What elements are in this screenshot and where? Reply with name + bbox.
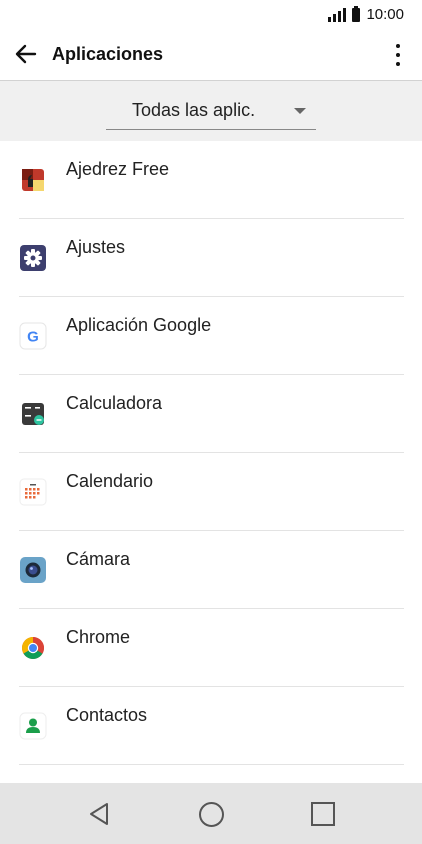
app-label: Chrome bbox=[66, 627, 131, 647]
camera-icon bbox=[19, 556, 47, 584]
list-item-ajedrez-free[interactable]: Ajedrez Free bbox=[0, 141, 422, 219]
filter-bar: Todas las aplic. bbox=[0, 81, 422, 141]
settings-gear-icon bbox=[19, 244, 47, 272]
signal-icon bbox=[328, 7, 347, 22]
list-item-contactos[interactable]: Contactos bbox=[0, 687, 422, 765]
chess-icon bbox=[19, 166, 47, 194]
app-label: Ajustes bbox=[66, 237, 126, 257]
status-bar: 10:00 bbox=[0, 0, 422, 30]
google-g-icon: G bbox=[19, 322, 47, 350]
dropdown-selected-label: Todas las aplic. bbox=[132, 100, 256, 120]
caret-down-icon bbox=[294, 108, 306, 114]
app-label: Cámara bbox=[66, 549, 131, 569]
navigation-bar bbox=[0, 783, 422, 844]
list-item-calendario[interactable]: Calendario bbox=[0, 453, 422, 531]
app-label: Contactos bbox=[66, 705, 148, 725]
list-item-aplicacion-google[interactable]: G Aplicación Google bbox=[0, 297, 422, 375]
list-item-chrome[interactable]: Chrome bbox=[0, 609, 422, 687]
list-item-camara[interactable]: Cámara bbox=[0, 531, 422, 609]
back-triangle-icon[interactable] bbox=[88, 802, 110, 831]
app-list: Ajedrez Free Ajustes G Aplicación Google… bbox=[0, 141, 422, 765]
battery-icon bbox=[352, 5, 361, 22]
list-item-ajustes[interactable]: Ajustes bbox=[0, 219, 422, 297]
list-item-calculadora[interactable]: Calculadora bbox=[0, 375, 422, 453]
app-bar: Aplicaciones bbox=[0, 30, 422, 81]
contact-person-icon bbox=[19, 712, 47, 740]
status-right: 10:00 bbox=[328, 5, 404, 23]
arrow-left-icon[interactable] bbox=[12, 40, 40, 68]
app-filter-dropdown[interactable]: Todas las aplic. bbox=[106, 91, 316, 130]
app-label: Calendario bbox=[66, 471, 154, 491]
app-label: Calculadora bbox=[66, 393, 163, 413]
status-time: 10:00 bbox=[366, 6, 404, 23]
divider bbox=[19, 764, 404, 765]
app-label: Ajedrez Free bbox=[66, 159, 170, 179]
home-circle-icon[interactable] bbox=[199, 802, 224, 827]
page-title: Aplicaciones bbox=[52, 44, 164, 64]
app-label: Aplicación Google bbox=[66, 315, 212, 335]
chrome-icon bbox=[19, 634, 47, 662]
svg-text:G: G bbox=[27, 329, 39, 346]
calculator-icon bbox=[19, 400, 47, 428]
more-vert-icon[interactable] bbox=[388, 40, 408, 70]
calendar-icon bbox=[19, 478, 47, 506]
recent-square-icon[interactable] bbox=[311, 802, 335, 826]
